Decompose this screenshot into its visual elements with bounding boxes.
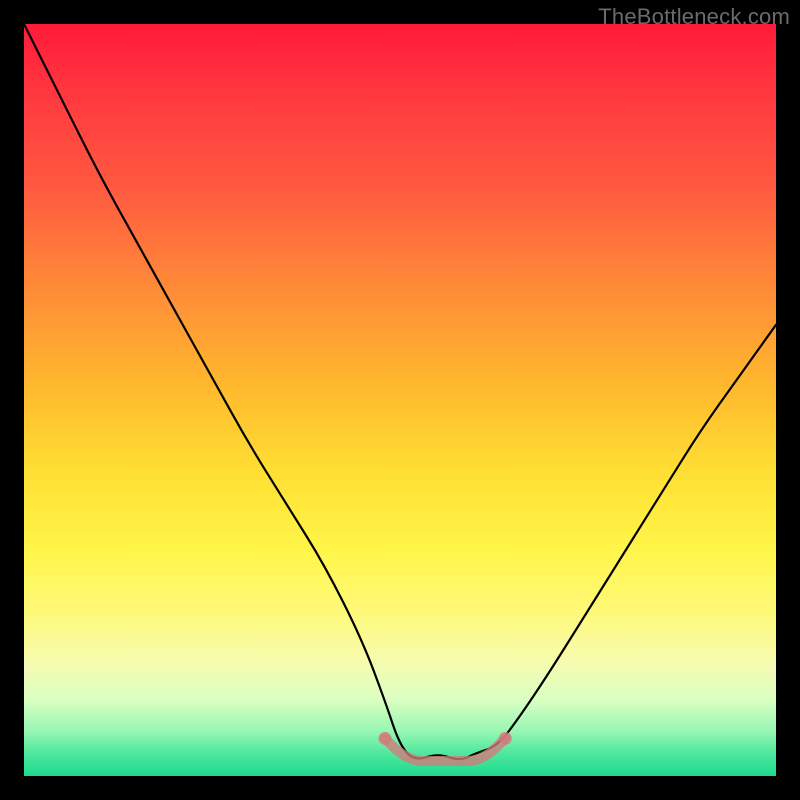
chart-frame: TheBottleneck.com	[0, 0, 800, 800]
chart-plot-area	[24, 24, 776, 776]
chart-series-group	[24, 24, 776, 761]
watermark-text: TheBottleneck.com	[598, 4, 790, 30]
chart-svg	[24, 24, 776, 776]
optimal-band-endpoint	[378, 732, 391, 745]
optimal-band-endpoint	[499, 732, 512, 745]
curve-optimal-band	[385, 738, 505, 761]
curve-main	[24, 24, 776, 759]
